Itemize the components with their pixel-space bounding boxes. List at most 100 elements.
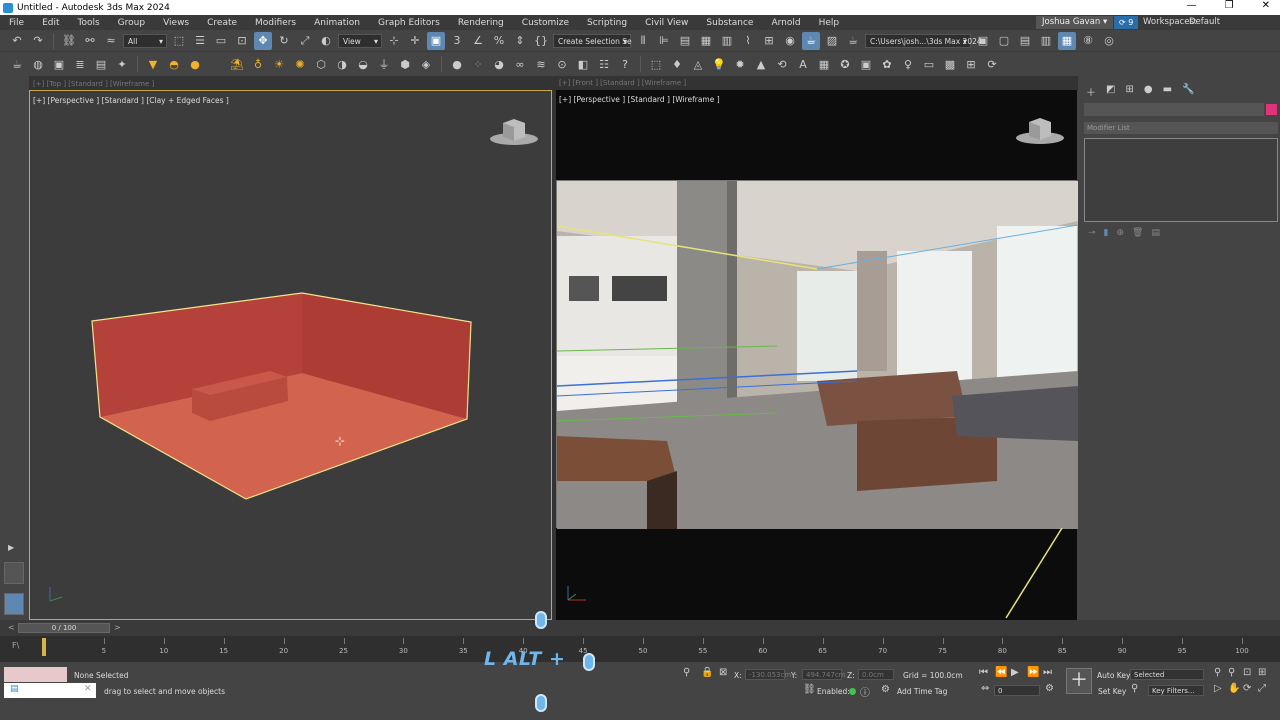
- menu-customize[interactable]: Customize: [513, 18, 578, 28]
- arnold-icon[interactable]: ◎: [1100, 32, 1118, 50]
- teapot-icon[interactable]: ☕: [8, 55, 26, 73]
- time-slider-next-icon[interactable]: >: [114, 623, 121, 632]
- zoom-icon[interactable]: ⚲: [1214, 667, 1221, 678]
- include-icon[interactable]: ◧: [574, 55, 592, 73]
- expand-layouts-icon[interactable]: ▶: [8, 543, 14, 552]
- remove-modifier-icon[interactable]: 🗑: [1132, 228, 1143, 238]
- selection-set-dropdown[interactable]: Selected: [1130, 669, 1204, 680]
- undo-icon[interactable]: ↶: [8, 32, 26, 50]
- next-frame-icon[interactable]: ⏩: [1027, 667, 1039, 678]
- select-place-icon[interactable]: ◐: [317, 32, 335, 50]
- time-tag-icon[interactable]: ⚙: [881, 684, 890, 695]
- materials-icon[interactable]: ▤: [92, 55, 110, 73]
- rect-selection-icon[interactable]: ▭: [212, 32, 230, 50]
- isolate-selection-icon[interactable]: ⚲: [683, 667, 690, 678]
- make-unique-icon[interactable]: ⊕: [1117, 228, 1125, 238]
- time-slider-thumb[interactable]: 0 / 100: [18, 623, 110, 633]
- viewport-perspective-wireframe[interactable]: [+] [Front ] [Standard ] [Wireframe ] [+…: [556, 79, 1079, 620]
- pivot-center-icon[interactable]: ⊹: [385, 32, 403, 50]
- snaps-toggle-icon[interactable]: 3: [448, 32, 466, 50]
- select-scale-icon[interactable]: ⤢: [296, 32, 314, 50]
- select-object-icon[interactable]: ⬚: [170, 32, 188, 50]
- bind-space-warp-icon[interactable]: ≈: [102, 32, 120, 50]
- show-end-result-icon[interactable]: ▮: [1104, 228, 1109, 238]
- play-icon[interactable]: ▶: [1011, 667, 1019, 678]
- close-button[interactable]: ✕: [1262, 0, 1270, 11]
- pan-icon[interactable]: ✋: [1228, 683, 1240, 694]
- minimize-button[interactable]: —: [1187, 0, 1197, 11]
- configure-modifier-sets-icon[interactable]: ▤: [1151, 228, 1160, 238]
- arnold-render-icon[interactable]: ◍: [29, 55, 47, 73]
- set-key-big-button[interactable]: ＋: [1066, 668, 1092, 694]
- menu-file[interactable]: File: [0, 18, 33, 28]
- window-crossing-icon[interactable]: ⊡: [233, 32, 251, 50]
- hair-icon[interactable]: ≋: [532, 55, 550, 73]
- select-rotate-icon[interactable]: ↻: [275, 32, 293, 50]
- time-slider[interactable]: < 0 / 100 >: [0, 620, 1280, 636]
- script-icon[interactable]: ≣: [71, 55, 89, 73]
- toggle-layer-explorer-icon[interactable]: ▦: [697, 32, 715, 50]
- menu-graph-editors[interactable]: Graph Editors: [369, 18, 449, 28]
- redo-icon[interactable]: ↷: [29, 32, 47, 50]
- field-of-view-icon[interactable]: ▷: [1214, 683, 1222, 694]
- toggle-ribbon-icon[interactable]: ▥: [718, 32, 736, 50]
- menu-animation[interactable]: Animation: [305, 18, 369, 28]
- utilities-tab-icon[interactable]: 🔧: [1182, 84, 1194, 99]
- rotation-icon[interactable]: ⟲: [773, 55, 791, 73]
- lightbulb-icon[interactable]: ♀: [899, 55, 917, 73]
- cone-icon[interactable]: ▲: [752, 55, 770, 73]
- select-move-icon[interactable]: ✥: [254, 31, 272, 50]
- menu-modifiers[interactable]: Modifiers: [246, 18, 305, 28]
- render-setup-icon[interactable]: ☕: [802, 31, 820, 50]
- link-icon[interactable]: ⛓: [60, 32, 78, 50]
- dome-icon[interactable]: ◓: [165, 55, 183, 73]
- blank-icon[interactable]: [207, 55, 225, 73]
- tile-icon[interactable]: ▦: [815, 55, 833, 73]
- filter-icon[interactable]: ✪: [836, 55, 854, 73]
- sun-icon[interactable]: ☀: [270, 55, 288, 73]
- text-icon[interactable]: A: [794, 55, 812, 73]
- close-icon[interactable]: ✕: [84, 684, 92, 694]
- select-by-name-icon[interactable]: ☰: [191, 32, 209, 50]
- workspaces-dropdown[interactable]: Default: [1189, 17, 1220, 27]
- menu-rendering[interactable]: Rendering: [449, 18, 513, 28]
- mirror-icon[interactable]: ⫴: [634, 32, 652, 50]
- adaptive-degradation-icon[interactable]: ⛓: [803, 684, 816, 695]
- sync-icon[interactable]: ⟳: [983, 55, 1001, 73]
- material-editor-icon[interactable]: ◉: [781, 32, 799, 50]
- shader-icon[interactable]: ◑: [333, 55, 351, 73]
- restore-button[interactable]: ❐: [1225, 0, 1234, 11]
- skydome-light-icon[interactable]: ▼: [144, 55, 162, 73]
- angle-snap-icon[interactable]: ∠: [469, 32, 487, 50]
- prev-frame-icon[interactable]: ⏪: [995, 667, 1007, 678]
- menu-scripting[interactable]: Scripting: [578, 18, 636, 28]
- link-material-icon[interactable]: ∞: [511, 55, 529, 73]
- project-save-icon[interactable]: ▥: [1037, 32, 1055, 50]
- spot-light-icon[interactable]: ⛱: [228, 55, 246, 73]
- set-key-button[interactable]: Set Key: [1098, 687, 1126, 696]
- project-path-dropdown[interactable]: C:\Users\josh...\3ds Max 2024: [865, 33, 982, 49]
- track-bar-menu-icon[interactable]: F\: [12, 641, 19, 650]
- selection-filter-dropdown[interactable]: All: [123, 33, 167, 49]
- layout-single-button[interactable]: [4, 562, 24, 584]
- time-slider-prev-icon[interactable]: <: [8, 623, 15, 632]
- auto-key-button[interactable]: Auto Key: [1097, 671, 1130, 680]
- display-tab-icon[interactable]: ▬: [1163, 84, 1172, 99]
- named-selection-dropdown[interactable]: Create Selection Se: [553, 33, 632, 49]
- frame-icon[interactable]: ▭: [920, 55, 938, 73]
- zoom-extents-all-icon[interactable]: ⊞: [1258, 667, 1266, 678]
- track-bar[interactable]: F\ 5 10 15 20 25 30 35 40 45 50 55 60 65 70 75 80 85 90 95…: [0, 636, 1280, 662]
- toggle-scene-explorer-icon[interactable]: ▤: [676, 32, 694, 50]
- procedural-icon[interactable]: ⬢: [396, 55, 414, 73]
- layout-icon[interactable]: ▦: [1058, 31, 1076, 50]
- shaded-sphere-icon[interactable]: ◕: [490, 55, 508, 73]
- hierarchy-tab-icon[interactable]: ⊞: [1125, 84, 1133, 99]
- current-frame-marker[interactable]: [42, 638, 46, 656]
- menu-group[interactable]: Group: [109, 18, 154, 28]
- modifier-stack[interactable]: [1084, 138, 1278, 222]
- photometric-light-icon[interactable]: 💡: [710, 55, 728, 73]
- sky-icon[interactable]: ✹: [731, 55, 749, 73]
- object-name-field[interactable]: [1084, 103, 1264, 116]
- maxscript-listener-field[interactable]: [4, 667, 67, 682]
- key-filters-icon[interactable]: ⚲: [1131, 683, 1138, 694]
